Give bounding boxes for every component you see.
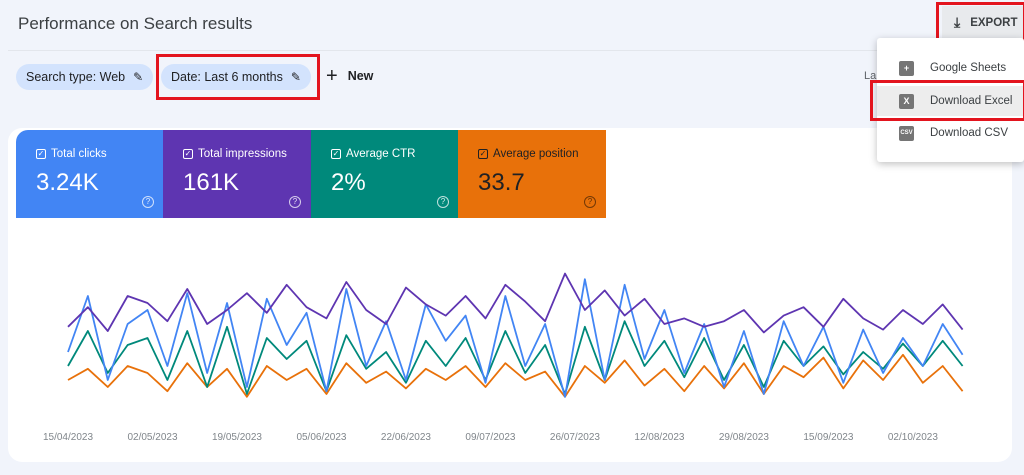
series-line-total-clicks — [67, 278, 964, 398]
csv-icon: CSV — [899, 125, 914, 141]
x-tick-label: 02/05/2023 — [127, 432, 177, 443]
sheets-icon: + — [899, 60, 914, 76]
x-tick-label: 15/04/2023 — [43, 432, 93, 443]
x-tick-label: 22/06/2023 — [381, 432, 431, 443]
x-tick-label: 05/06/2023 — [296, 432, 346, 443]
x-tick-label: 19/05/2023 — [212, 432, 262, 443]
menu-item-download-csv[interactable]: CSV Download CSV — [877, 118, 1024, 148]
x-tick-label: 29/08/2023 — [719, 432, 769, 443]
highlight-box — [936, 2, 1024, 42]
series-line-average-position — [67, 353, 964, 398]
highlight-box — [870, 80, 1024, 121]
performance-chart: 15/04/2023 02/05/2023 19/05/2023 05/06/2023… — [43, 272, 964, 443]
menu-item-label: Download CSV — [930, 127, 1008, 139]
x-tick-label: 12/08/2023 — [634, 432, 684, 443]
menu-item-google-sheets[interactable]: + Google Sheets — [877, 53, 1024, 83]
x-tick-label: 02/10/2023 — [888, 432, 938, 443]
series-line-total-impressions — [67, 272, 964, 334]
x-tick-label: 09/07/2023 — [465, 432, 515, 443]
x-tick-label: 26/07/2023 — [550, 432, 600, 443]
x-tick-label: 15/09/2023 — [803, 432, 853, 443]
menu-item-label: Google Sheets — [930, 62, 1007, 74]
